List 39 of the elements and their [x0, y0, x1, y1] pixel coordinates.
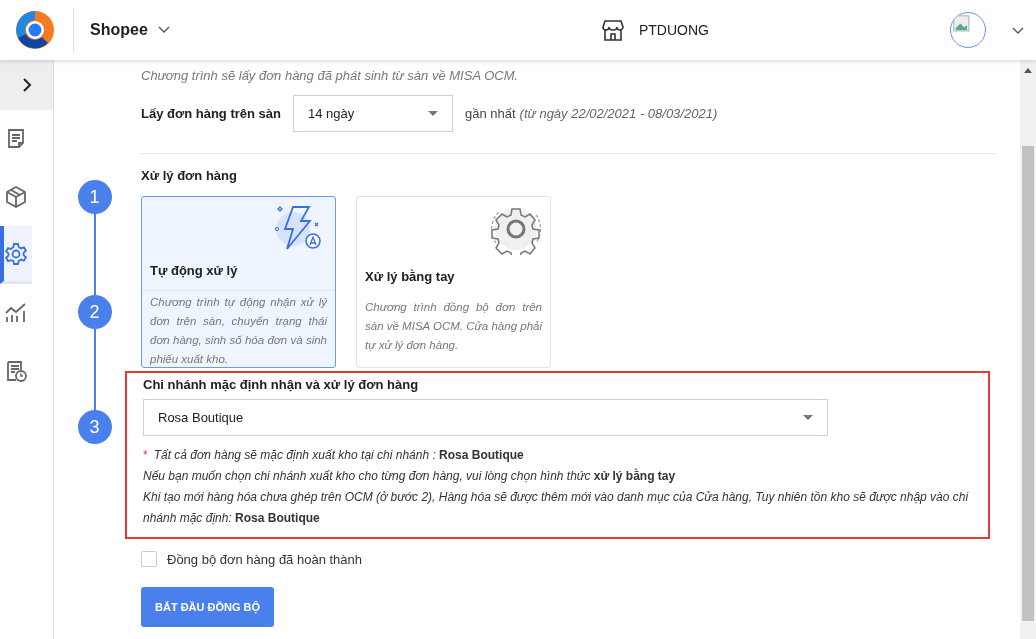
step-number: 2	[77, 295, 112, 329]
checkbox-label: Đồng bộ đơn hàng đã hoàn thành	[167, 551, 363, 567]
note-text: Nếu bạn muốn chọn chi nhánh xuất kho cho từng đơn hàng, vui lòng chọn hình thức xử lý bằng tay	[143, 469, 676, 483]
range-period: (từ ngày 22/02/2021 - 08/03/2021)	[519, 106, 718, 121]
box-icon	[4, 185, 28, 209]
chevron-down-icon[interactable]	[157, 26, 170, 34]
dropdown-arrow-icon	[803, 415, 813, 420]
range-suffix: gần nhất	[465, 106, 516, 121]
app-logo[interactable]	[14, 9, 56, 51]
dropdown-arrow-icon	[428, 111, 438, 116]
intro-text: Chương trình sẽ lấy đơn hàng đã phát sinh từ sàn về MISA OCM.	[141, 68, 520, 84]
settings-icon	[4, 241, 28, 266]
start-sync-button[interactable]: BẮT ĐẦU ĐỒNG BỘ	[141, 587, 275, 627]
note-text: Tất cả đơn hàng sẽ mặc định xuất kho tại chi nhánh : Rosa Boutique	[153, 448, 524, 462]
channel-name[interactable]: Shopee	[90, 21, 148, 39]
section-title: Xử lý đơn hàng	[141, 168, 238, 183]
checkbox[interactable]	[141, 551, 157, 567]
store-icon	[600, 19, 625, 41]
branch-label: Chi nhánh mặc định nhận và xử lý đơn hàng	[143, 377, 420, 392]
mode-card[interactable]: Tự động xử lý Chương trình tự động nhận xử lý đơn trên sàn, chuyển trạng thái đơn hàng, sinh số hóa đơn và sinh phiếu xuất kho.	[141, 196, 336, 368]
mode-title: Tự động xử lý	[150, 263, 239, 278]
range-dropdown[interactable]: 14 ngày	[293, 95, 453, 132]
clock-document-icon	[4, 359, 28, 383]
shop-name: PTDUONG	[638, 22, 709, 38]
mode-description: Chương trình đồng bộ đơn trên sàn về MISA OCM. Cửa hàng phải tự xử lý đơn hàng.	[364, 300, 544, 353]
chevron-down-icon[interactable]	[1012, 27, 1024, 35]
chevron-right-icon	[21, 78, 32, 92]
mode-description: Chương trình tự động nhận xử lý đơn trên sàn, chuyển trạng thái đơn hàng, sinh số hóa đơn và sinh phiếu xuất kho.	[142, 290, 335, 369]
chart-icon	[4, 301, 28, 325]
branch-dropdown[interactable]: Rosa Boutique	[143, 399, 828, 436]
range-label: Lấy đơn hàng trên sàn	[141, 106, 281, 121]
mode-title: Xử lý bằng tay	[365, 269, 456, 284]
step-number: 1	[77, 180, 112, 214]
step-number: 3	[77, 410, 112, 444]
note-text: Khi tạo mới hàng hóa chưa ghép trên OCM (ở bước 2), Hàng hóa sẽ được thêm mới vào danh mục của Cửa hàng, Tuy nhiên tồn kho sẽ được nhập vào chi nhánh mặc định: Rosa Boutique	[143, 490, 969, 525]
required-mark: *	[143, 448, 148, 462]
avatar[interactable]	[950, 12, 986, 48]
mode-card[interactable]: Xử lý bằng tay Chương trình đồng bộ đơn trên sàn về MISA OCM. Cửa hàng phải tự xử lý đơn hàng.	[356, 196, 551, 368]
sidebar-item[interactable]	[0, 226, 32, 284]
